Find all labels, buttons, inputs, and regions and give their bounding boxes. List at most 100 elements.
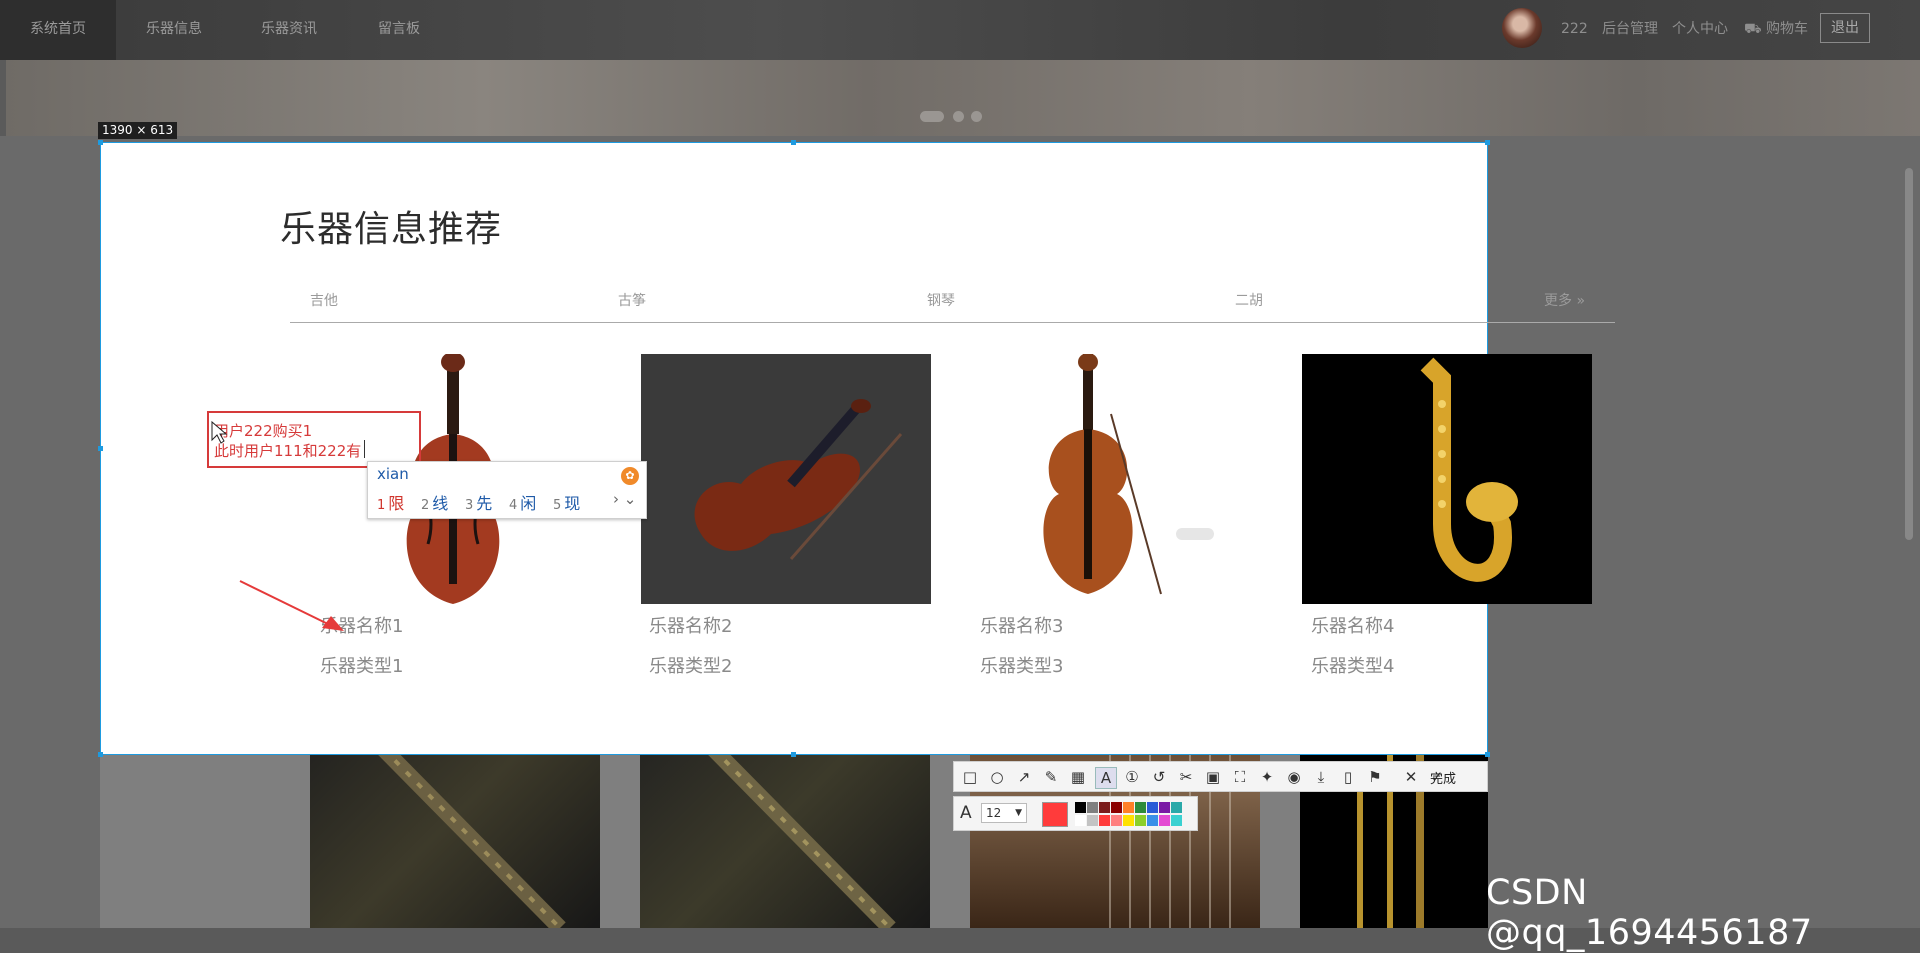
ocr-tool-icon[interactable]: ▣ [1203,767,1223,787]
color-swatch[interactable] [1099,815,1110,826]
avatar[interactable] [1502,8,1542,48]
banner-carousel [6,60,1920,136]
close-icon[interactable]: ✕ [1401,767,1421,787]
color-swatch[interactable] [1099,802,1110,813]
tab-guitar[interactable]: 吉他 [310,290,338,310]
color-swatch[interactable] [1147,802,1158,813]
top-nav: 系统首页 乐器信息 乐器资讯 留言板 222 后台管理 个人中心 ⛟ 购物车 退… [0,0,1920,60]
color-swatch[interactable] [1087,815,1098,826]
bookmark-icon[interactable]: ⚑ [1365,767,1385,787]
product-type-1: 乐器类型1 [320,656,404,677]
color-swatch[interactable] [1123,802,1134,813]
resize-handle-l[interactable] [98,446,103,451]
cello-illustration [1043,354,1214,595]
ime-page-next-button[interactable]: › ⌄ [613,490,636,508]
nav-profile[interactable]: 个人中心 [1672,0,1728,60]
rectangle-tool-icon[interactable]: □ [960,767,980,787]
more-link[interactable]: 更多 » [1544,290,1585,310]
product-name-4[interactable]: 乐器名称4 [1311,612,1394,638]
ime-candidate-text: 闲 [520,494,537,513]
product-name-3[interactable]: 乐器名称3 [980,612,1063,638]
color-swatch[interactable] [1075,815,1086,826]
capture-toolbar: □ ○ ↗ ✎ ▦ A ① ↺ ✂ ▣ ⛶ ✦ ◉ ⤓ ▯ ⚑ ✕ ✓ [953,761,1488,792]
ime-candidate-3[interactable]: 3先 [465,490,492,514]
color-swatch[interactable] [1075,802,1086,813]
product-image-3[interactable] [971,354,1261,604]
color-swatch[interactable] [1087,802,1098,813]
dropdown-caret-icon: ▼ [1015,808,1022,818]
product-image-2[interactable] [641,354,931,604]
ime-candidate-text: 先 [476,494,493,513]
nav-home[interactable]: 系统首页 [0,0,116,60]
resize-handle-b[interactable] [791,752,796,757]
undo-icon[interactable]: ↺ [1149,767,1169,787]
translate-tool-icon[interactable]: ⛶ [1230,767,1250,787]
selection-size-label: 1390 × 613 [98,122,178,139]
download-icon[interactable]: ⤓ [1311,767,1331,787]
ime-candidate-text: 现 [564,494,581,513]
phone-icon[interactable]: ▯ [1338,767,1358,787]
ime-pinyin: xian [377,465,409,483]
product-name-2[interactable]: 乐器名称2 [649,612,732,638]
cutout-tool-icon[interactable]: ✂ [1176,767,1196,787]
annotation-arrow-icon [239,580,344,631]
resize-handle-tr[interactable] [1485,140,1490,145]
pin-icon[interactable]: ✦ [1257,767,1277,787]
nav-message-board[interactable]: 留言板 [378,0,420,60]
nav-news[interactable]: 乐器资讯 [261,0,317,60]
tab-erhu[interactable]: 二胡 [1235,290,1263,310]
carousel-dot[interactable] [971,111,982,122]
nav-cart[interactable]: ⛟ 购物车 [1744,0,1808,60]
text-style-bar: A 12 ▼ [953,796,1198,831]
ime-logo-icon[interactable]: ✿ [621,467,639,485]
color-swatch[interactable] [1159,802,1170,813]
text-tool-icon[interactable]: A [1095,767,1117,789]
ime-candidate-num: 5 [553,498,562,513]
resize-handle-tl[interactable] [98,140,103,145]
number-tool-icon[interactable]: ① [1122,767,1142,787]
nav-instruments[interactable]: 乐器信息 [146,0,202,60]
tab-guzheng[interactable]: 古筝 [618,290,646,310]
current-color-swatch[interactable] [1042,802,1068,827]
pen-tool-icon[interactable]: ✎ [1041,767,1061,787]
font-size-select[interactable]: 12 ▼ [981,803,1027,823]
tab-piano[interactable]: 钢琴 [927,290,955,310]
resize-handle-t[interactable] [791,140,796,145]
text-caret [364,440,365,458]
carousel-dot[interactable] [953,111,964,122]
ime-candidate-4[interactable]: 4闲 [509,490,536,514]
ellipse-tool-icon[interactable]: ○ [987,767,1007,787]
color-swatch[interactable] [1135,802,1146,813]
tab-divider [290,322,1615,323]
section-title: 乐器信息推荐 [280,209,503,250]
ime-candidate-2[interactable]: 2线 [421,490,448,514]
saxophone-illustration [1420,357,1518,582]
logout-button[interactable]: 退出 [1820,13,1870,43]
color-swatch[interactable] [1171,815,1182,826]
product-image-4[interactable] [1302,354,1592,604]
color-swatch[interactable] [1123,815,1134,826]
color-swatch[interactable] [1111,802,1122,813]
ime-candidate-5[interactable]: 5现 [553,490,580,514]
nav-admin[interactable]: 后台管理 [1602,0,1658,60]
font-icon: A [960,803,972,823]
ime-candidate-1[interactable]: 1限 [377,490,404,514]
page-scrollbar[interactable] [1905,168,1913,540]
color-swatch[interactable] [1171,802,1182,813]
color-swatch[interactable] [1135,815,1146,826]
username: 222 [1561,21,1588,37]
ime-candidate-num: 3 [465,498,474,513]
carousel-dot-active[interactable] [920,111,944,122]
product-type-4: 乐器类型4 [1311,656,1395,677]
color-swatch[interactable] [1111,815,1122,826]
resize-handle-br[interactable] [1485,752,1490,757]
mouse-cursor-icon [211,420,228,444]
mosaic-tool-icon[interactable]: ▦ [1068,767,1088,787]
record-icon[interactable]: ◉ [1284,767,1304,787]
ime-candidate-text: 线 [432,494,449,513]
color-swatch[interactable] [1159,815,1170,826]
arrow-tool-icon[interactable]: ↗ [1014,767,1034,787]
resize-handle-bl[interactable] [98,752,103,757]
done-button[interactable]: 完成 [1430,768,1456,787]
color-swatch[interactable] [1147,815,1158,826]
